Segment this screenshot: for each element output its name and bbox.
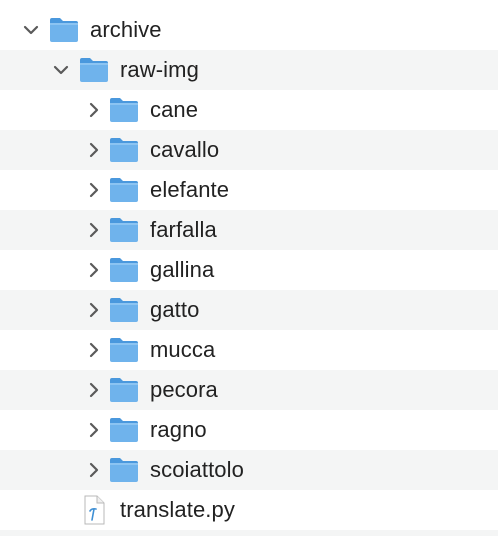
tree-row-raw-img[interactable]: raw-img [0, 50, 498, 90]
chevron-right-icon[interactable] [84, 460, 104, 480]
tree-row-label: elefante [150, 177, 230, 202]
tree-row-label: archive [90, 17, 162, 42]
folder-icon [108, 254, 140, 286]
folder-icon [48, 14, 80, 46]
chevron-right-icon[interactable] [84, 380, 104, 400]
tree-row-folder[interactable]: ragno [0, 410, 498, 450]
folder-icon [78, 54, 110, 86]
folder-icon [108, 134, 140, 166]
tree-row-label: pecora [150, 377, 218, 402]
tree-row-folder[interactable]: farfalla [0, 210, 498, 250]
folder-icon [108, 334, 140, 366]
folder-icon [108, 94, 140, 126]
tree-row-folder[interactable]: pecora [0, 370, 498, 410]
chevron-right-icon[interactable] [84, 140, 104, 160]
chevron-down-icon[interactable] [21, 20, 41, 40]
tree-row-folder[interactable]: cane [0, 90, 498, 130]
chevron-right-icon[interactable] [84, 180, 104, 200]
tree-row-label: translate.py [120, 497, 235, 522]
chevron-right-icon[interactable] [84, 260, 104, 280]
folder-icon [108, 454, 140, 486]
folder-icon [108, 414, 140, 446]
tree-row-label: raw-img [120, 57, 199, 82]
tree-row-folder[interactable]: mucca [0, 330, 498, 370]
tree-row-label: gatto [150, 297, 200, 322]
chevron-right-icon[interactable] [84, 100, 104, 120]
tree-row-label: cavallo [150, 137, 220, 162]
chevron-down-icon[interactable] [51, 60, 71, 80]
tree-row-folder[interactable]: gatto [0, 290, 498, 330]
folder-icon [108, 374, 140, 406]
tree-row-label: ragno [150, 417, 207, 442]
tree-row-label: cane [150, 97, 199, 122]
folder-icon [108, 294, 140, 326]
tree-row-folder[interactable]: scoiattolo [0, 450, 498, 490]
tree-row-file[interactable]: translate.py [0, 490, 498, 530]
python-file-icon [78, 494, 110, 526]
tree-row-label: farfalla [150, 217, 217, 242]
tree-row-label: gallina [150, 257, 215, 282]
folder-icon [108, 174, 140, 206]
tree-row-folder[interactable]: cavallo [0, 130, 498, 170]
chevron-right-icon[interactable] [84, 300, 104, 320]
tree-row-label: scoiattolo [150, 457, 244, 482]
tree-row-folder[interactable]: elefante [0, 170, 498, 210]
chevron-right-icon[interactable] [84, 340, 104, 360]
folder-icon [108, 214, 140, 246]
row-stripe [0, 530, 498, 536]
tree-row-archive[interactable]: archive [0, 10, 498, 50]
tree-row-folder[interactable]: gallina [0, 250, 498, 290]
file-tree: archive raw-img cane cavallo elefante fa… [0, 10, 498, 530]
chevron-right-icon[interactable] [84, 220, 104, 240]
chevron-right-icon[interactable] [84, 420, 104, 440]
tree-row-label: mucca [150, 337, 216, 362]
